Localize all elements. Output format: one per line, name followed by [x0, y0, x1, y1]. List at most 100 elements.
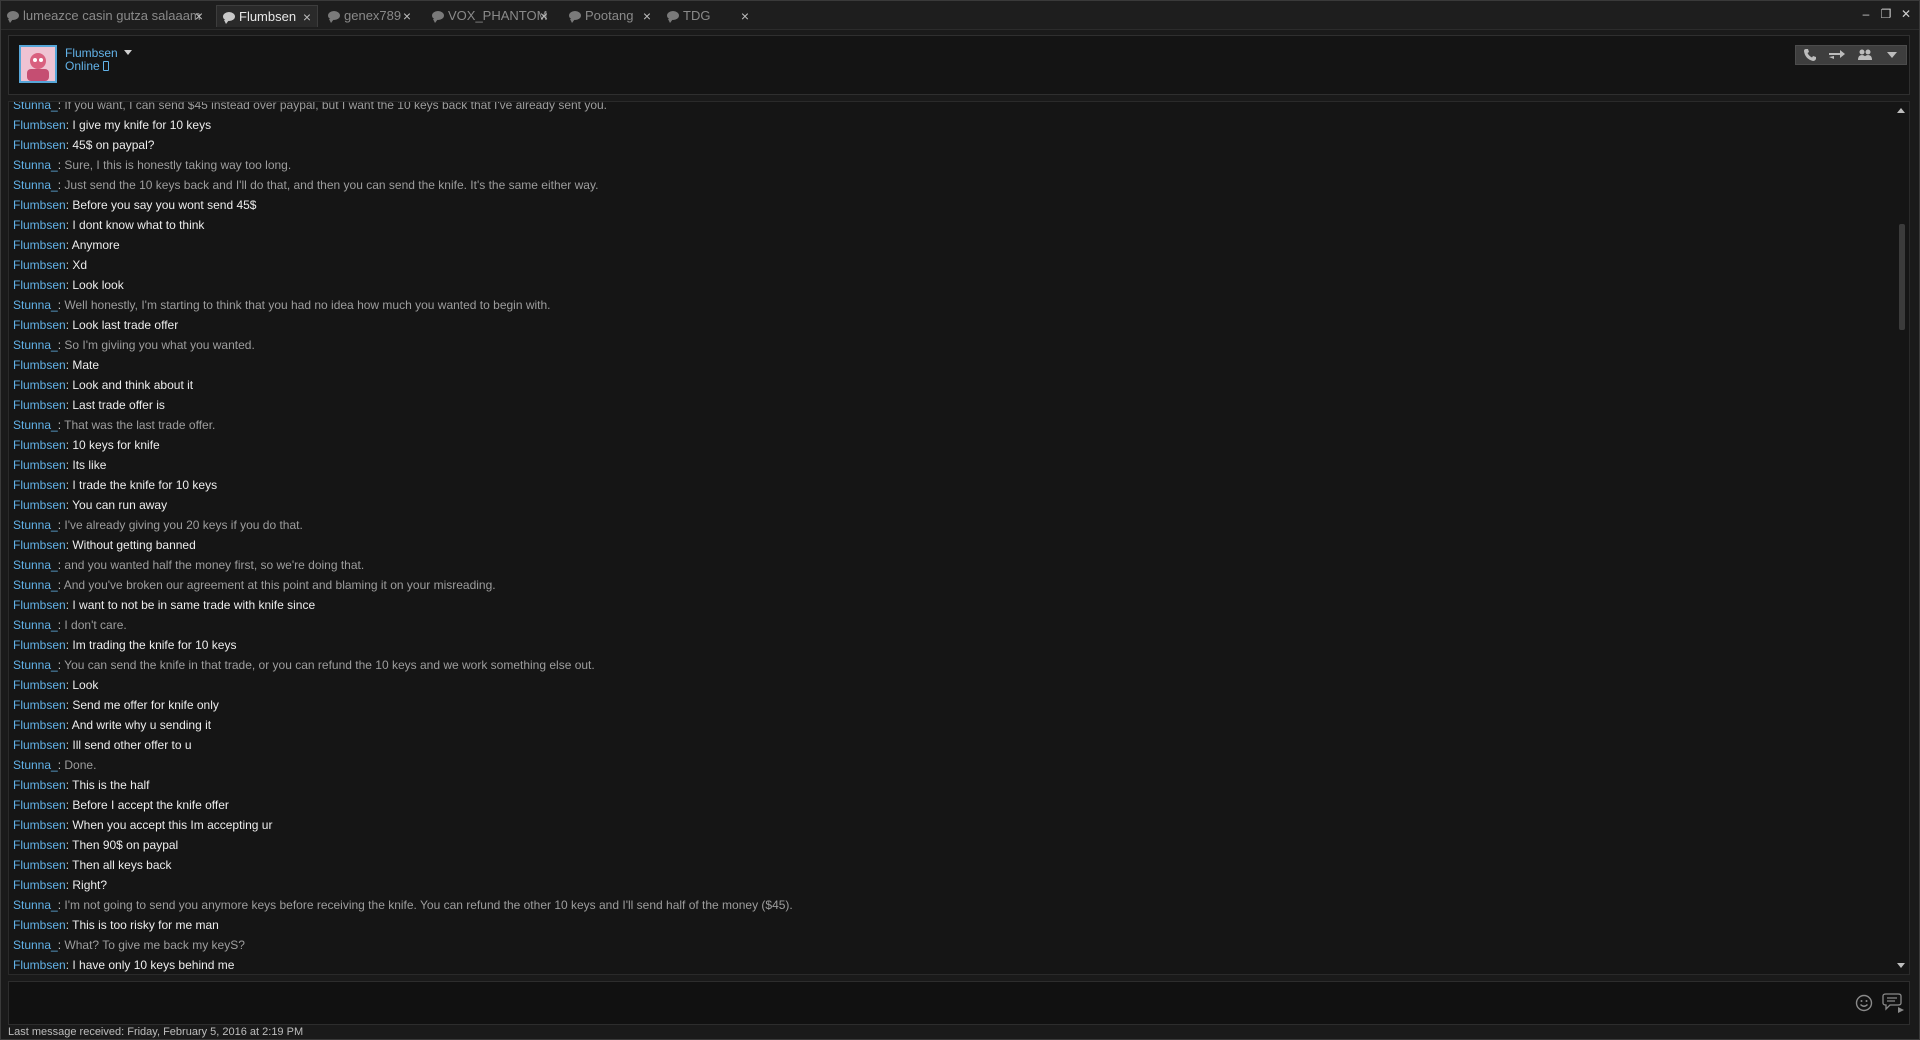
send-button[interactable]	[1881, 993, 1905, 1013]
scroll-thumb[interactable]	[1899, 224, 1905, 330]
emoticon-button[interactable]	[1855, 994, 1873, 1012]
message-sender[interactable]: Flumbsen	[13, 238, 66, 252]
tab-label: VOX_PHANTOM	[448, 8, 548, 23]
tab-genex789[interactable]: genex789 ×	[322, 5, 417, 27]
message-input[interactable]	[9, 982, 1849, 1024]
message-sender[interactable]: Flumbsen	[13, 878, 66, 892]
message-text: If you want, I can send $45 instead over…	[64, 101, 608, 112]
message-sender[interactable]: Flumbsen	[13, 498, 66, 512]
message-sender[interactable]: Stunna_	[13, 758, 58, 772]
message-sender[interactable]: Flumbsen	[13, 698, 66, 712]
last-message-status: Last message received: Friday, February …	[8, 1026, 304, 1038]
message-sender[interactable]: Stunna_	[13, 158, 58, 172]
tab-label: genex789	[344, 8, 402, 23]
avatar[interactable]	[19, 45, 57, 83]
close-icon[interactable]: ×	[538, 5, 550, 27]
message-sender[interactable]: Flumbsen	[13, 378, 66, 392]
message-sender[interactable]: Flumbsen	[13, 918, 66, 932]
message-sender[interactable]: Flumbsen	[13, 538, 66, 552]
chat-bubble-icon	[223, 12, 235, 24]
tab-pootang[interactable]: Pootang ×	[563, 5, 657, 27]
close-icon[interactable]: ×	[641, 5, 653, 27]
message-sender[interactable]: Flumbsen	[13, 818, 66, 832]
message-sender[interactable]: Flumbsen	[13, 438, 66, 452]
chat-message: Stunna_: That was the last trade offer.	[13, 415, 1883, 435]
chevron-down-icon[interactable]	[124, 50, 132, 55]
restore-button[interactable]: ❐	[1879, 6, 1893, 22]
message-sender[interactable]: Stunna_	[13, 898, 58, 912]
message-text: I'm not going to send you anymore keys b…	[64, 898, 793, 912]
chat-message: Flumbsen: Then all keys back	[13, 855, 1883, 875]
close-window-button[interactable]: ✕	[1899, 6, 1913, 22]
message-sender[interactable]: Stunna_	[13, 558, 58, 572]
message-text: I trade the knife for 10 keys	[72, 478, 218, 492]
message-sender[interactable]: Flumbsen	[13, 718, 66, 732]
message-sender[interactable]: Flumbsen	[13, 138, 66, 152]
more-options-button[interactable]	[1879, 46, 1907, 64]
invite-friends-button[interactable]	[1851, 46, 1879, 64]
scroll-down-icon[interactable]	[1897, 963, 1905, 968]
send-chat-icon	[1882, 993, 1904, 1013]
message-text: So I'm giviing you what you wanted.	[64, 338, 255, 352]
chat-message: Flumbsen: Look look	[13, 275, 1883, 295]
chat-message: Flumbsen: I give my knife for 10 keys	[13, 115, 1883, 135]
message-text: You can send the knife in that trade, or…	[64, 658, 595, 672]
message-sender[interactable]: Flumbsen	[13, 678, 66, 692]
message-sender[interactable]: Flumbsen	[13, 598, 66, 612]
message-sender[interactable]: Flumbsen	[13, 638, 66, 652]
message-text: Its like	[72, 458, 107, 472]
message-sender[interactable]: Flumbsen	[13, 778, 66, 792]
friend-name[interactable]: Flumbsen	[65, 46, 118, 60]
message-text: Ill send other offer to u	[72, 738, 192, 752]
message-sender[interactable]: Stunna_	[13, 298, 58, 312]
chat-message: Flumbsen: 45$ on paypal?	[13, 135, 1883, 155]
message-text: and you wanted half the money first, so …	[64, 558, 365, 572]
chat-message: Stunna_: Done.	[13, 755, 1883, 775]
message-sender[interactable]: Flumbsen	[13, 478, 66, 492]
message-sender[interactable]: Stunna_	[13, 338, 58, 352]
message-sender[interactable]: Flumbsen	[13, 198, 66, 212]
mobile-icon	[102, 61, 109, 71]
message-sender[interactable]: Flumbsen	[13, 358, 66, 372]
message-sender[interactable]: Flumbsen	[13, 858, 66, 872]
voice-call-button[interactable]	[1796, 46, 1824, 64]
minimize-button[interactable]: –	[1859, 6, 1873, 22]
message-sender[interactable]: Stunna_	[13, 518, 58, 532]
message-sender[interactable]: Flumbsen	[13, 118, 66, 132]
tab-tdg[interactable]: TDG ×	[661, 5, 755, 27]
message-sender[interactable]: Stunna_	[13, 658, 58, 672]
tab-flumbsen[interactable]: Flumbsen ×	[216, 5, 318, 27]
scrollbar[interactable]	[1893, 102, 1909, 974]
tab-lumeazce[interactable]: lumeazce casin gutza salaaam ×	[1, 5, 209, 27]
message-sender[interactable]: Stunna_	[13, 578, 58, 592]
message-sender[interactable]: Stunna_	[13, 178, 58, 192]
message-text: I give my knife for 10 keys	[72, 118, 212, 132]
chat-log[interactable]: Stunna_: If you want, I can send $45 ins…	[8, 101, 1910, 975]
friend-header: Flumbsen Online	[8, 35, 1910, 95]
message-text: Then 90$ on paypal	[72, 838, 179, 852]
message-sender[interactable]: Flumbsen	[13, 838, 66, 852]
message-sender[interactable]: Flumbsen	[13, 798, 66, 812]
message-sender[interactable]: Flumbsen	[13, 958, 66, 972]
close-icon[interactable]: ×	[193, 5, 205, 27]
message-sender[interactable]: Flumbsen	[13, 458, 66, 472]
message-sender[interactable]: Flumbsen	[13, 738, 66, 752]
send-file-button[interactable]	[1824, 46, 1852, 64]
message-sender[interactable]: Stunna_	[13, 418, 58, 432]
message-sender[interactable]: Flumbsen	[13, 318, 66, 332]
message-text: Look	[72, 678, 99, 692]
message-sender[interactable]: Flumbsen	[13, 258, 66, 272]
chat-message: Stunna_: Sure, I this is honestly taking…	[13, 155, 1883, 175]
message-sender[interactable]: Flumbsen	[13, 398, 66, 412]
close-icon[interactable]: ×	[301, 6, 313, 28]
message-sender[interactable]: Flumbsen	[13, 278, 66, 292]
tab-label: Pootang	[585, 8, 634, 23]
close-icon[interactable]: ×	[401, 5, 413, 27]
message-sender[interactable]: Flumbsen	[13, 218, 66, 232]
message-sender[interactable]: Stunna_	[13, 102, 58, 112]
scroll-up-icon[interactable]	[1897, 108, 1905, 113]
message-sender[interactable]: Stunna_	[13, 618, 58, 632]
tab-vox-phantom[interactable]: VOX_PHANTOM ×	[426, 5, 554, 27]
close-icon[interactable]: ×	[739, 5, 751, 27]
message-sender[interactable]: Stunna_	[13, 938, 58, 952]
